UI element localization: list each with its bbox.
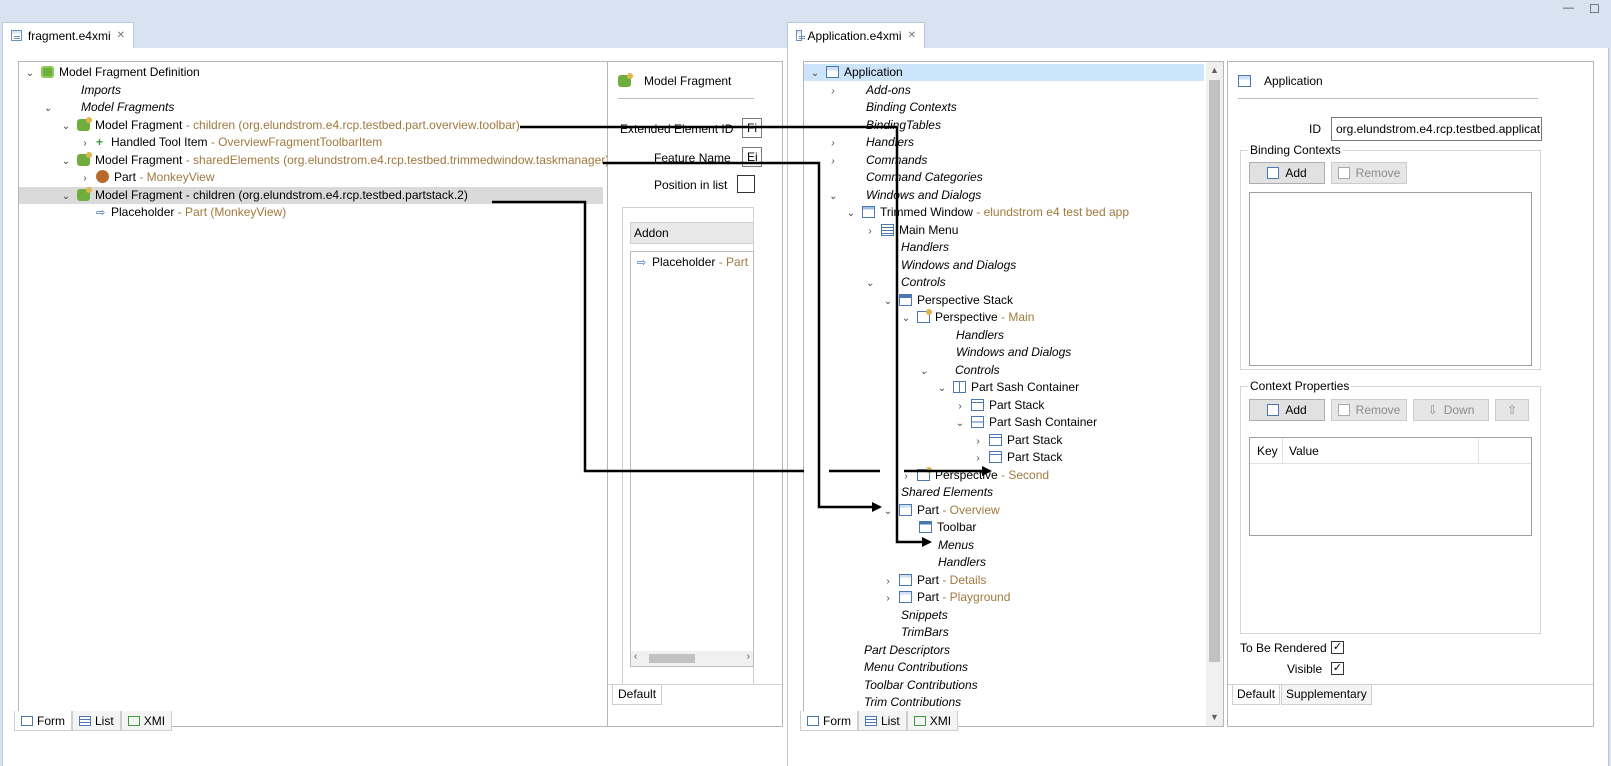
- connector-overlay: [492, 125, 992, 547]
- connector-toolbar-arrow: [895, 127, 932, 547]
- connector-partstack-left: [492, 200, 804, 473]
- connector-shared-elements-arrow: [603, 161, 882, 512]
